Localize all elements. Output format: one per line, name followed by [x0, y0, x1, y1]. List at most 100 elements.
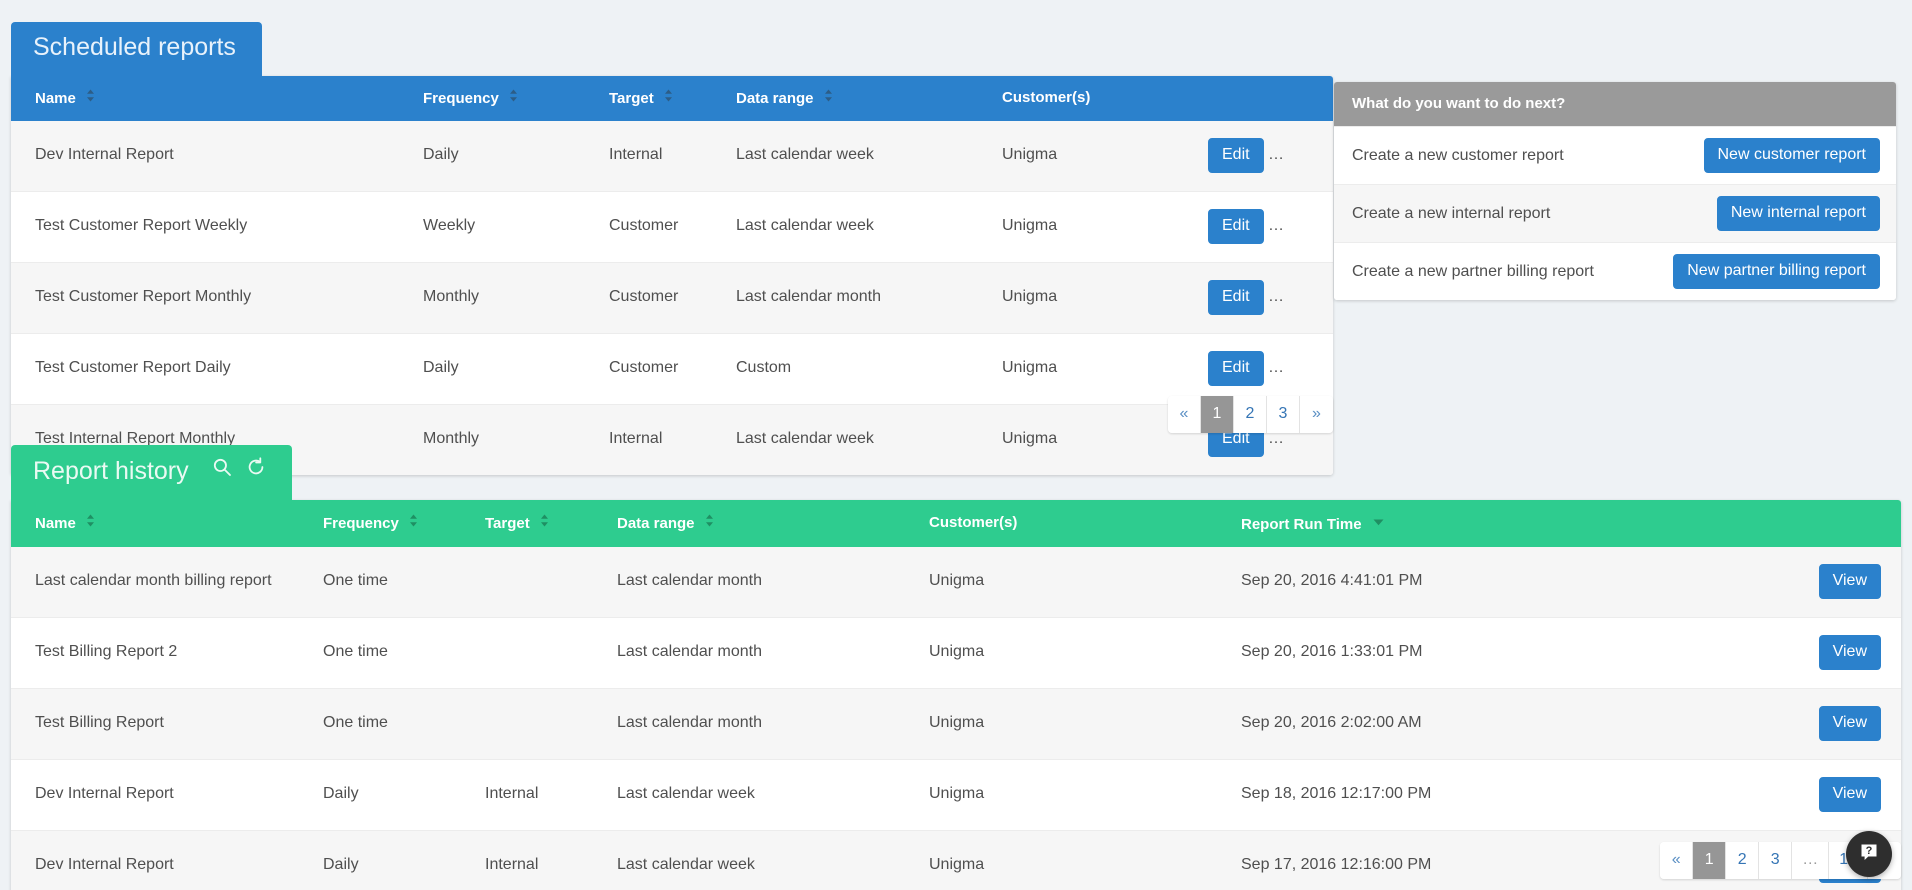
sort-both-icon[interactable]: [664, 89, 673, 106]
col-header-frequency[interactable]: Frequency: [423, 75, 609, 121]
next-action-row-customer: Create a new customer report New custome…: [1334, 126, 1896, 184]
col-header-name[interactable]: Name: [11, 499, 323, 547]
delete-button[interactable]: Delete: [1274, 208, 1333, 244]
report-history-title: Report history: [33, 457, 189, 485]
page-3[interactable]: 3: [1759, 842, 1793, 879]
cell-customers: Unigma: [1002, 190, 1208, 262]
view-button[interactable]: View: [1818, 776, 1881, 812]
page-3[interactable]: 3: [1267, 396, 1300, 433]
view-button[interactable]: View: [1818, 563, 1881, 599]
scheduled-reports-body: Dev Internal Report Daily Internal Last …: [11, 120, 1333, 475]
next-action-label: Create a new customer report: [1352, 146, 1564, 164]
new-customer-report-button[interactable]: New customer report: [1703, 138, 1880, 173]
col-header-report-run-time[interactable]: Report Run Time: [1241, 499, 1781, 547]
col-header-name[interactable]: Name: [11, 75, 423, 121]
cell-actions: View: [1781, 687, 1901, 759]
delete-button[interactable]: Delete: [1274, 350, 1333, 386]
report-history-body: Last calendar month billing report One t…: [11, 546, 1901, 890]
sort-both-icon[interactable]: [86, 89, 95, 106]
page-2[interactable]: 2: [1234, 396, 1267, 433]
report-history-card: Name Frequency Target Data range Custome…: [11, 499, 1901, 890]
table-row: Test Billing Report One time Last calend…: [11, 687, 1901, 759]
cell-target: Internal: [485, 758, 617, 830]
svg-text:?: ?: [1866, 845, 1873, 857]
cell-data-range: Last calendar month: [617, 616, 929, 688]
page-next[interactable]: »: [1300, 396, 1333, 433]
page-ellipsis: …: [1792, 842, 1830, 879]
cell-actions: Edit Delete: [1208, 120, 1333, 191]
edit-button[interactable]: Edit: [1208, 208, 1264, 244]
cell-customers: Unigma: [929, 616, 1241, 688]
cell-frequency: One time: [323, 546, 485, 617]
cell-customers: Unigma: [929, 829, 1241, 890]
report-history-tab-icons: [212, 457, 266, 477]
cell-target: Internal: [609, 120, 736, 191]
next-action-row-internal: Create a new internal report New interna…: [1334, 184, 1896, 242]
sort-both-icon[interactable]: [705, 514, 714, 531]
cell-actions: Edit Delete: [1208, 261, 1333, 333]
cell-name: Test Customer Report Weekly: [11, 190, 423, 262]
page-prev[interactable]: «: [1168, 396, 1201, 433]
table-row: Test Customer Report Monthly Monthly Cus…: [11, 261, 1333, 333]
cell-name: Dev Internal Report: [11, 829, 323, 890]
edit-button[interactable]: Edit: [1208, 350, 1264, 386]
reports-page: Scheduled reports Name Frequency Target …: [0, 0, 1912, 890]
view-button[interactable]: View: [1818, 634, 1881, 670]
cell-data-range: Last calendar month: [617, 546, 929, 617]
cell-target: [485, 687, 617, 759]
cell-actions: View: [1781, 758, 1901, 830]
table-row: Test Billing Report 2 One time Last cale…: [11, 616, 1901, 688]
help-button[interactable]: ?: [1846, 831, 1892, 877]
view-button[interactable]: View: [1818, 705, 1881, 741]
cell-customers: Unigma: [1002, 120, 1208, 191]
cell-customers: Unigma: [929, 546, 1241, 617]
scheduled-reports-pagination: « 1 2 3 »: [1168, 396, 1333, 433]
page-1[interactable]: 1: [1693, 842, 1727, 879]
cell-name: Dev Internal Report: [11, 758, 323, 830]
page-prev[interactable]: «: [1660, 842, 1694, 879]
sort-both-icon[interactable]: [409, 514, 418, 531]
col-header-data-range[interactable]: Data range: [617, 499, 929, 547]
cell-run-time: Sep 20, 2016 1:33:01 PM: [1241, 616, 1781, 688]
cell-target: Customer: [609, 332, 736, 404]
edit-button[interactable]: Edit: [1208, 137, 1264, 173]
page-2[interactable]: 2: [1726, 842, 1760, 879]
scheduled-reports-table: Name Frequency Target Data range Custome…: [11, 75, 1333, 475]
cell-frequency: Daily: [423, 332, 609, 404]
delete-button[interactable]: Delete: [1274, 137, 1333, 173]
new-internal-report-button[interactable]: New internal report: [1716, 196, 1880, 231]
col-header-frequency[interactable]: Frequency: [323, 499, 485, 547]
delete-button[interactable]: Delete: [1274, 279, 1333, 315]
cell-target: Customer: [609, 261, 736, 333]
cell-data-range: Last calendar week: [617, 758, 929, 830]
cell-target: [485, 546, 617, 617]
col-header-data-range[interactable]: Data range: [736, 75, 1002, 121]
col-header-target[interactable]: Target: [609, 75, 736, 121]
cell-data-range: Last calendar week: [736, 190, 1002, 262]
sort-both-icon[interactable]: [824, 89, 833, 106]
table-row: Last calendar month billing report One t…: [11, 546, 1901, 617]
sort-both-icon[interactable]: [86, 514, 95, 531]
col-header-actions: [1781, 499, 1901, 547]
sort-desc-icon[interactable]: [1373, 513, 1384, 530]
cell-target: Customer: [609, 190, 736, 262]
col-header-target[interactable]: Target: [485, 499, 617, 547]
next-actions-panel: What do you want to do next? Create a ne…: [1334, 82, 1896, 300]
cell-name: Test Billing Report: [11, 687, 323, 759]
page-1[interactable]: 1: [1201, 396, 1234, 433]
table-row: Test Customer Report Weekly Weekly Custo…: [11, 190, 1333, 262]
edit-button[interactable]: Edit: [1208, 279, 1264, 315]
cell-frequency: Daily: [323, 829, 485, 890]
refresh-icon[interactable]: [246, 457, 266, 477]
cell-frequency: One time: [323, 616, 485, 688]
sort-both-icon[interactable]: [540, 514, 549, 531]
new-partner-billing-report-button[interactable]: New partner billing report: [1673, 254, 1880, 289]
report-history-table: Name Frequency Target Data range Custome…: [11, 499, 1901, 890]
search-icon[interactable]: [212, 457, 232, 477]
sort-both-icon[interactable]: [509, 89, 518, 106]
report-history-panel: Report history Name Frequency Target Dat…: [11, 445, 1901, 890]
cell-frequency: Weekly: [423, 190, 609, 262]
cell-run-time: Sep 20, 2016 2:02:00 AM: [1241, 687, 1781, 759]
table-row: Dev Internal Report Daily Internal Last …: [11, 120, 1333, 191]
cell-actions: View: [1781, 616, 1901, 688]
